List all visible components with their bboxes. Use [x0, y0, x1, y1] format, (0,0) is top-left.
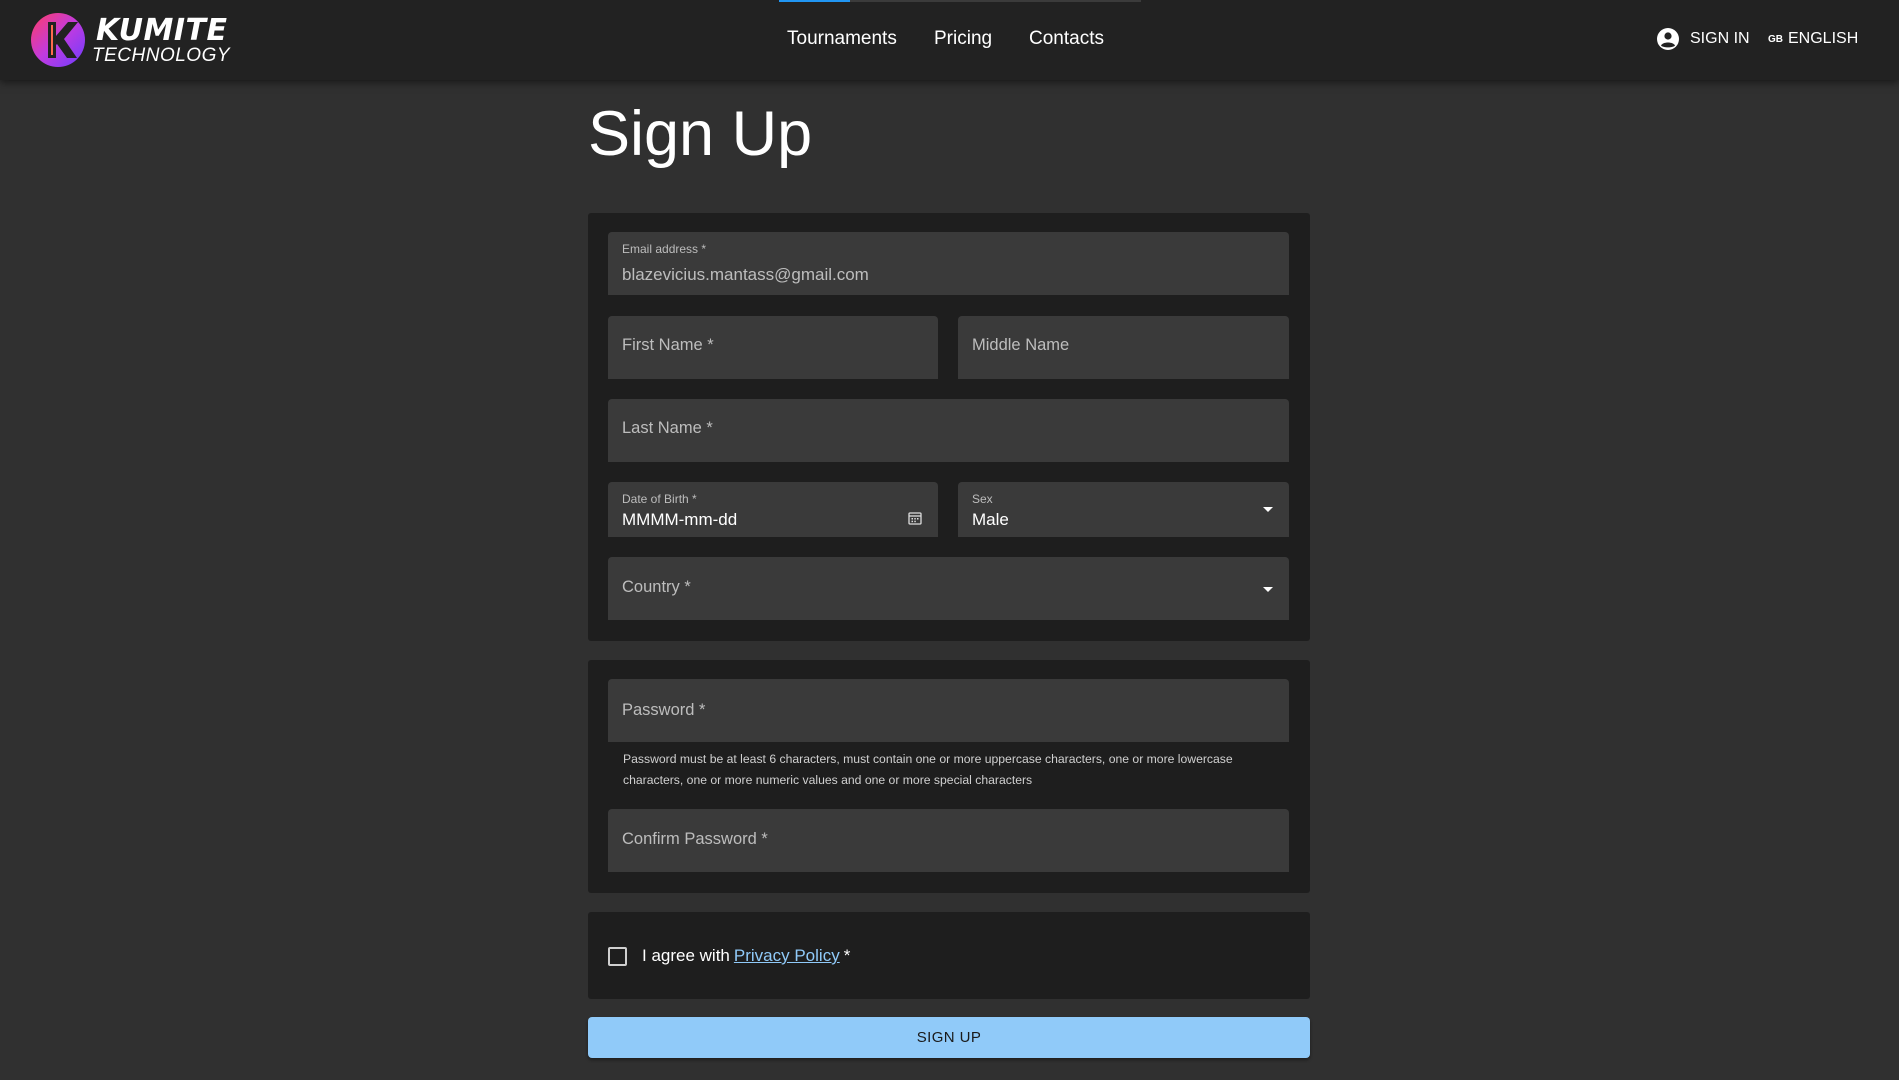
confirm-password-field[interactable]: Confirm Password * [608, 809, 1289, 872]
first-name-field[interactable]: First Name * [608, 316, 938, 379]
dropdown-arrow-icon [1263, 507, 1273, 512]
sex-label: Sex [972, 492, 993, 506]
dropdown-arrow-icon [1263, 587, 1273, 592]
password-field[interactable]: Password * [608, 679, 1289, 742]
nav-contacts[interactable]: Contacts [1029, 28, 1104, 50]
kumite-logo[interactable]: KUMITE TECHNOLOGY [30, 12, 230, 70]
required-asterisk: * [843, 946, 851, 965]
nav-tournaments[interactable]: Tournaments [787, 28, 897, 50]
middle-name-label: Middle Name [972, 336, 1070, 354]
date-of-birth-value: MMMM-mm-dd [622, 510, 738, 529]
sex-select[interactable]: Sex Male [958, 482, 1289, 537]
email-label: Email address * [622, 242, 707, 256]
logo-name: KUMITE [96, 13, 228, 48]
sign-up-button[interactable]: SIGN UP [588, 1017, 1310, 1058]
kumite-logo-icon [31, 13, 85, 67]
nav-active-indicator [779, 0, 850, 2]
privacy-checkbox[interactable] [608, 946, 627, 966]
sign-in-button[interactable]: SIGN IN [1656, 27, 1750, 51]
last-name-label: Last Name * [622, 419, 713, 437]
personal-info-card: Email address * blazevicius.mantass@gmai… [588, 213, 1310, 641]
confirm-password-label: Confirm Password * [622, 830, 768, 848]
email-value: blazevicius.mantass@gmail.com [622, 265, 869, 284]
sign-in-label: SIGN IN [1690, 30, 1750, 47]
password-card: Password * Password must be at least 6 c… [588, 660, 1310, 893]
nav-pricing[interactable]: Pricing [934, 28, 992, 50]
language-label: ENGLISH [1788, 30, 1859, 47]
date-of-birth-field[interactable]: Date of Birth * MMMM-mm-dd [608, 482, 938, 537]
last-name-field[interactable]: Last Name * [608, 399, 1289, 462]
agree-text: I agree with [642, 946, 730, 965]
middle-name-field[interactable]: Middle Name [958, 316, 1289, 379]
account-circle-icon [1657, 28, 1679, 50]
email-field[interactable]: Email address * blazevicius.mantass@gmai… [608, 232, 1289, 295]
privacy-policy-link[interactable]: Privacy Policy [734, 946, 840, 966]
flag-gb-icon: GB [1768, 33, 1783, 45]
logo-subtitle: TECHNOLOGY [92, 45, 231, 66]
agreement-card: I agree with Privacy Policy * [588, 912, 1310, 999]
sex-value: Male [972, 510, 1009, 529]
first-name-label: First Name * [622, 336, 714, 354]
top-app-bar: KUMITE TECHNOLOGY Tournaments Pricing Co… [0, 0, 1899, 80]
privacy-agreement: I agree with Privacy Policy * [608, 946, 850, 966]
calendar-icon[interactable] [908, 511, 922, 525]
password-helper-text: Password must be at least 6 characters, … [623, 752, 1233, 787]
country-select[interactable]: Country * [608, 557, 1289, 620]
language-selector[interactable]: GB ENGLISH [1768, 28, 1858, 50]
country-label: Country * [622, 578, 691, 596]
password-label: Password * [622, 701, 706, 719]
page-title: Sign Up [588, 99, 813, 169]
date-of-birth-label: Date of Birth * [622, 492, 697, 506]
